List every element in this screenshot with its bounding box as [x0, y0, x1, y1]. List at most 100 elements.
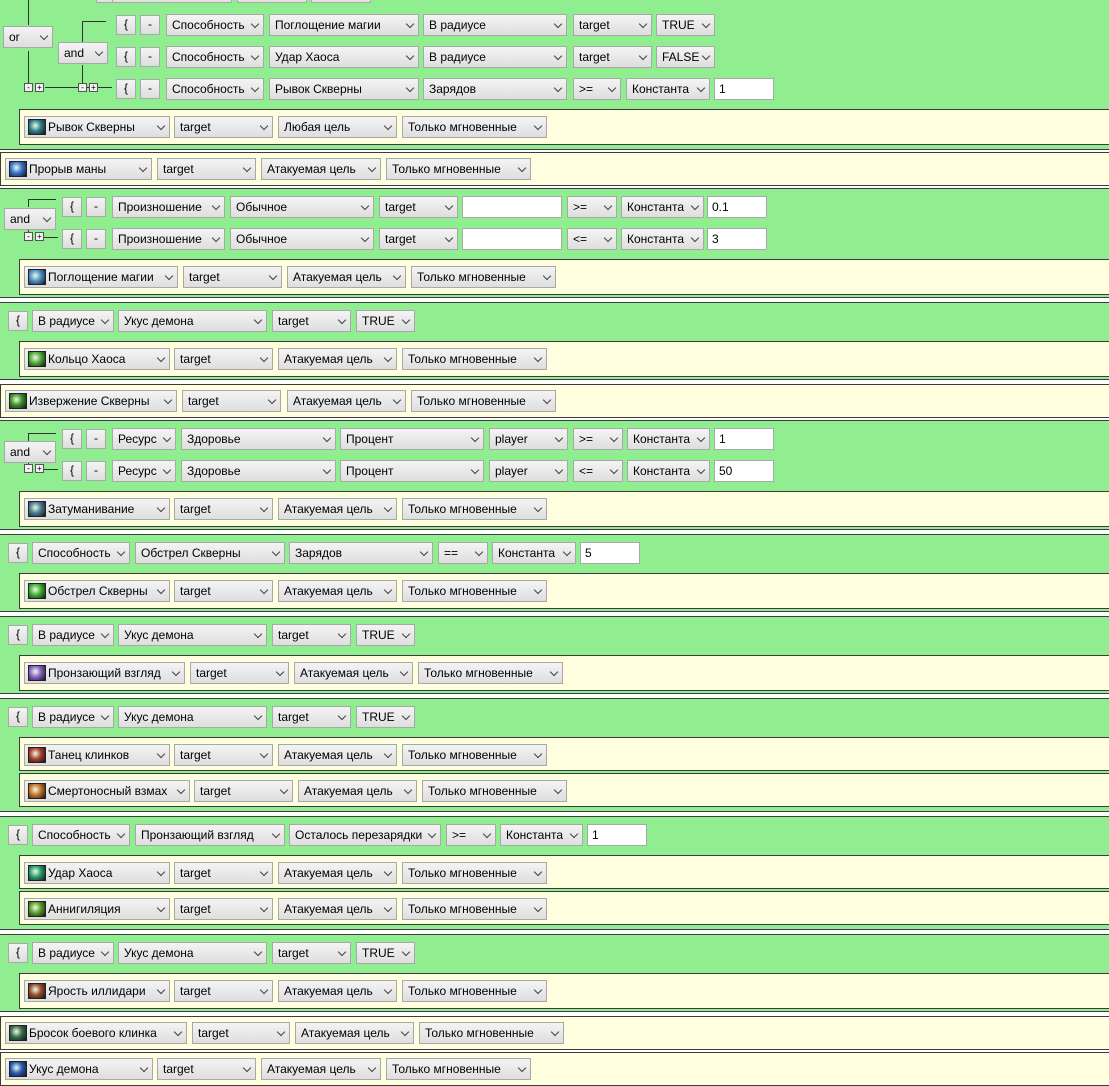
resource-select[interactable]: Здоровье: [181, 428, 336, 450]
action-cast-mode-select[interactable]: Только мгновенные: [402, 744, 547, 766]
action-cast-mode-select[interactable]: Только мгновенные: [402, 980, 547, 1002]
action-spell-select[interactable]: Укус демона: [5, 1058, 153, 1080]
expand-toggle[interactable]: -: [24, 464, 33, 473]
action-target-type-select[interactable]: Атакуемая цель: [287, 266, 406, 288]
action-spell-select[interactable]: Затуманивание: [24, 498, 170, 520]
property-select[interactable]: Процент: [340, 428, 484, 450]
open-paren-button[interactable]: {: [116, 47, 136, 67]
open-paren-button[interactable]: {: [62, 229, 82, 249]
open-paren-button[interactable]: {: [8, 625, 28, 645]
open-paren-button[interactable]: {: [8, 943, 28, 963]
action-cast-mode-select[interactable]: Только мгновенные: [411, 390, 556, 412]
action-cast-mode-select[interactable]: Только мгновенные: [422, 780, 567, 802]
property-select[interactable]: Зарядов: [423, 78, 567, 100]
remove-condition-button[interactable]: -: [140, 47, 160, 67]
action-cast-mode-select[interactable]: Только мгновенные: [402, 862, 547, 884]
comparison-select[interactable]: ==: [438, 542, 488, 564]
value-input[interactable]: 1: [587, 824, 647, 846]
action-target-type-select[interactable]: Атакуемая цель: [298, 780, 417, 802]
cut-dropdown[interactable]: [237, 0, 307, 3]
remove-condition-button[interactable]: -: [140, 15, 160, 35]
action-target-select[interactable]: target: [174, 116, 273, 138]
open-paren-button[interactable]: {: [8, 707, 28, 727]
condition-type-select[interactable]: Ресурс: [112, 460, 176, 482]
cast-type-select[interactable]: Обычное: [230, 196, 374, 218]
condition-type-select[interactable]: Произношение: [112, 228, 225, 250]
action-spell-select[interactable]: Прорыв маны: [5, 158, 152, 180]
remove-condition-button[interactable]: -: [86, 229, 106, 249]
operator-select-and[interactable]: and: [58, 42, 108, 64]
action-target-select[interactable]: target: [194, 780, 293, 802]
remove-condition-button[interactable]: -: [86, 461, 106, 481]
action-spell-select[interactable]: Рывок Скверны: [24, 116, 170, 138]
value-source-select[interactable]: Константа: [627, 460, 710, 482]
unit-select[interactable]: target: [573, 46, 652, 68]
condition-type-select[interactable]: В радиусе: [32, 706, 114, 728]
action-cast-mode-select[interactable]: Только мгновенные: [402, 498, 547, 520]
action-target-select[interactable]: target: [174, 862, 273, 884]
condition-type-select[interactable]: В радиусе: [32, 310, 114, 332]
action-target-select[interactable]: target: [174, 348, 273, 370]
action-target-type-select[interactable]: Атакуемая цель: [294, 662, 413, 684]
add-condition[interactable]: +: [35, 83, 44, 92]
action-cast-mode-select[interactable]: Только мгновенные: [418, 662, 563, 684]
action-cast-mode-select[interactable]: Только мгновенные: [386, 1058, 531, 1080]
cut-dropdown[interactable]: [311, 0, 371, 3]
action-spell-select[interactable]: Удар Хаоса: [24, 862, 170, 884]
condition-type-select[interactable]: Способность: [32, 824, 130, 846]
value-source-select[interactable]: Константа: [627, 428, 710, 450]
unit-select[interactable]: target: [272, 310, 351, 332]
bool-select[interactable]: TRUE: [356, 310, 415, 332]
spell-select[interactable]: Укус демона: [118, 942, 267, 964]
remove-condition-button[interactable]: -: [140, 79, 160, 99]
comparison-select[interactable]: >=: [573, 428, 623, 450]
action-target-select[interactable]: target: [183, 266, 282, 288]
value-input[interactable]: 5: [580, 542, 640, 564]
value-source-select[interactable]: Константа: [621, 228, 704, 250]
action-target-select[interactable]: target: [174, 744, 273, 766]
action-cast-mode-select[interactable]: Только мгновенные: [402, 580, 547, 602]
remove-condition-button[interactable]: -: [86, 197, 106, 217]
condition-type-select[interactable]: Способность: [166, 46, 264, 68]
unit-select[interactable]: target: [272, 942, 351, 964]
cast-type-select[interactable]: Обычное: [230, 228, 374, 250]
action-cast-mode-select[interactable]: Только мгновенные: [402, 898, 547, 920]
action-target-type-select[interactable]: Атакуемая цель: [287, 390, 406, 412]
operator-select-and[interactable]: and: [4, 441, 56, 463]
action-spell-select[interactable]: Танец клинков: [24, 744, 170, 766]
cut-dropdown[interactable]: [112, 0, 232, 3]
value-input[interactable]: 1: [714, 78, 774, 100]
spell-name-input[interactable]: [462, 228, 562, 250]
open-paren-button[interactable]: {: [62, 429, 82, 449]
action-target-type-select[interactable]: Атакуемая цель: [278, 498, 397, 520]
action-target-select[interactable]: target: [174, 980, 273, 1002]
unit-select[interactable]: target: [379, 196, 458, 218]
action-target-select[interactable]: target: [157, 1058, 256, 1080]
condition-type-select[interactable]: Способность: [32, 542, 130, 564]
action-spell-select[interactable]: Извержение Скверны: [5, 390, 177, 412]
action-cast-mode-select[interactable]: Только мгновенные: [411, 266, 556, 288]
add-condition[interactable]: +: [35, 232, 44, 241]
action-spell-select[interactable]: Поглощение магии: [24, 266, 178, 288]
unit-select[interactable]: player: [489, 428, 568, 450]
spell-select[interactable]: Укус демона: [118, 624, 267, 646]
bool-select[interactable]: TRUE: [656, 14, 715, 36]
spell-select[interactable]: Удар Хаоса: [269, 46, 419, 68]
unit-select[interactable]: target: [272, 624, 351, 646]
unit-select[interactable]: player: [489, 460, 568, 482]
action-target-select[interactable]: target: [157, 158, 256, 180]
add-condition[interactable]: +: [89, 83, 98, 92]
condition-type-select[interactable]: Произношение: [112, 196, 225, 218]
action-spell-select[interactable]: Кольцо Хаоса: [24, 348, 170, 370]
value-input[interactable]: 50: [714, 460, 774, 482]
action-target-type-select[interactable]: Атакуемая цель: [278, 898, 397, 920]
property-select[interactable]: Зарядов: [289, 542, 433, 564]
action-target-type-select[interactable]: Атакуемая цель: [278, 980, 397, 1002]
action-target-type-select[interactable]: Атакуемая цель: [278, 580, 397, 602]
bool-select[interactable]: FALSE: [656, 46, 715, 68]
value-input[interactable]: 0.1: [707, 196, 767, 218]
action-target-type-select[interactable]: Атакуемая цель: [278, 744, 397, 766]
comparison-select[interactable]: <=: [573, 460, 623, 482]
value-source-select[interactable]: Константа: [492, 542, 576, 564]
spell-select[interactable]: Пронзающий взгляд: [135, 824, 285, 846]
